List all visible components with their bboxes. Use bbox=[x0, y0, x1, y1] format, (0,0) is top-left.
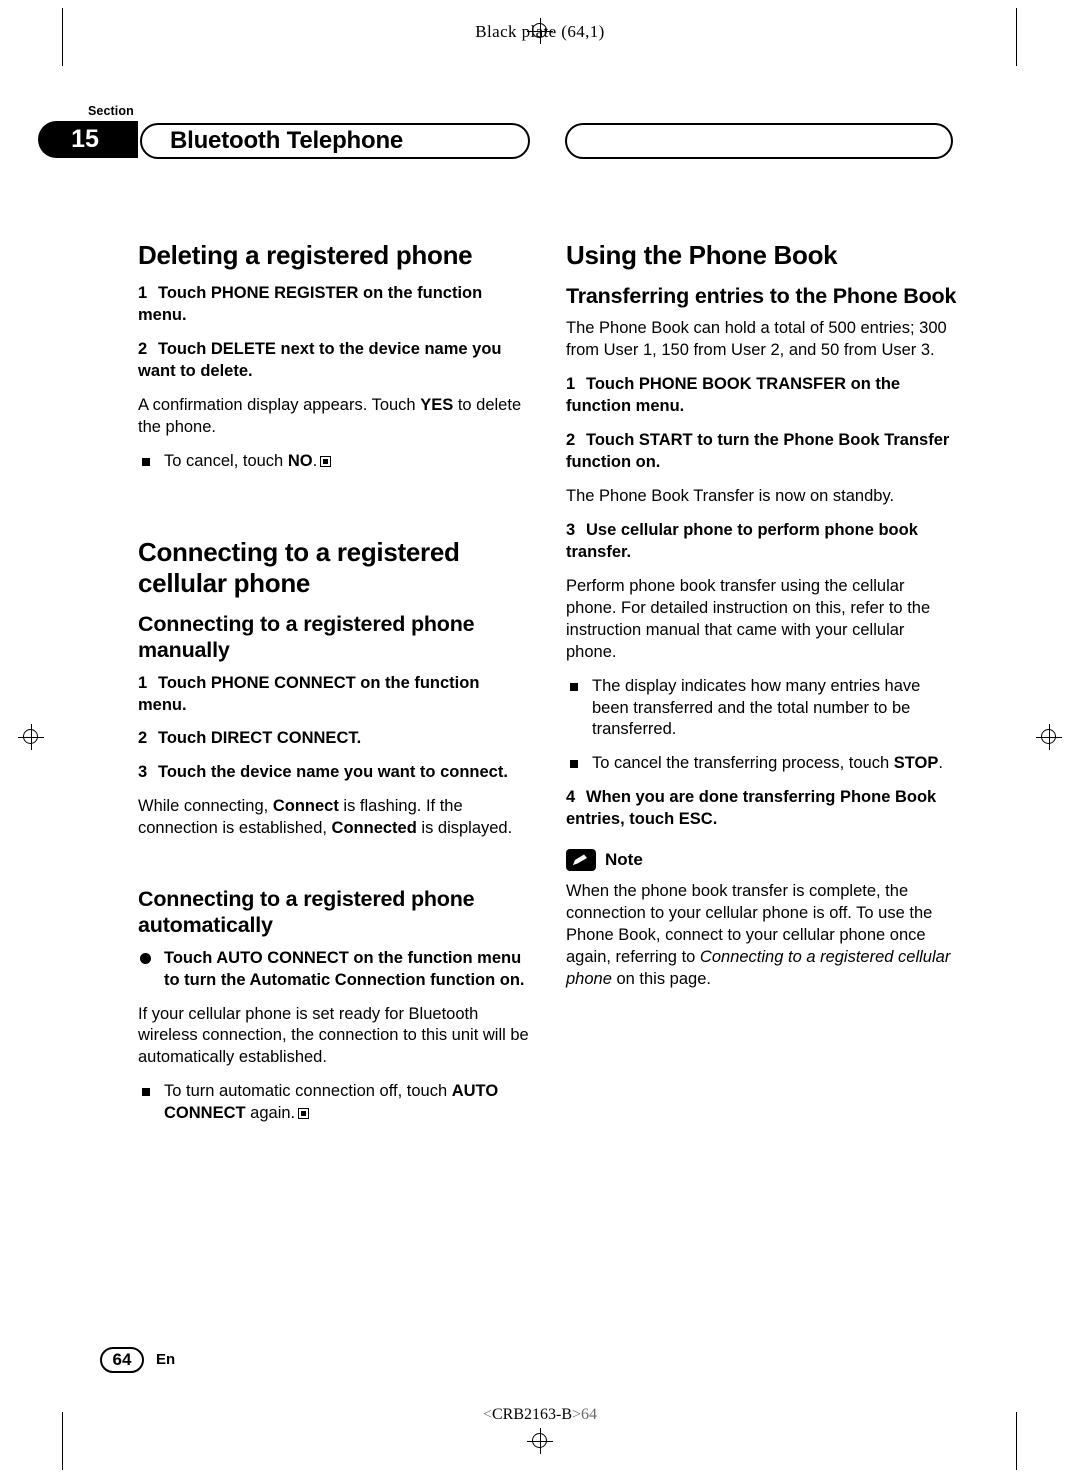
step-number: 3 bbox=[138, 763, 148, 782]
step-text: Touch DELETE next to the device name you… bbox=[138, 340, 502, 380]
body-part: A confirmation display appears. Touch bbox=[138, 395, 421, 414]
bullet-emphasis: STOP bbox=[893, 754, 939, 773]
bullet-item: The display indicates how many entries h… bbox=[566, 676, 958, 742]
header-pill-right bbox=[565, 123, 953, 159]
heading-using-phone-book: Using the Phone Book bbox=[566, 240, 838, 270]
step-text: Touch START to turn the Phone Book Trans… bbox=[566, 431, 950, 472]
step-text: Touch PHONE REGISTER on the function men… bbox=[138, 284, 483, 325]
registration-mark-right bbox=[1036, 724, 1062, 750]
note-part: on this page. bbox=[611, 969, 711, 988]
step-number: 1 bbox=[138, 673, 148, 692]
step-text: Use cellular phone to perform phone book… bbox=[566, 520, 918, 561]
footer-code-main: CRB2163-B bbox=[491, 1406, 572, 1423]
left-column: Deleting a registered phone 1 Touch PHONE… bbox=[138, 240, 530, 1137]
body-text: A confirmation display appears. Touch YE… bbox=[138, 395, 530, 439]
step-number: 1 bbox=[566, 375, 576, 394]
bullet-part: . bbox=[312, 451, 318, 470]
note-body: When the phone book transfer is complete… bbox=[566, 881, 958, 991]
body-emphasis: Connect bbox=[272, 797, 339, 816]
bullet-emphasis: NO bbox=[287, 451, 313, 470]
step-item: 3 Use cellular phone to perform phone boo… bbox=[566, 520, 958, 564]
section-number-tab: 15 bbox=[38, 121, 138, 158]
step-item: 1 Touch PHONE REGISTER on the function me… bbox=[138, 283, 530, 327]
body-text: While connecting, Connect is flashing. I… bbox=[138, 796, 530, 840]
page-language: En bbox=[156, 1351, 176, 1368]
step-number: 1 bbox=[138, 284, 148, 303]
step-item: 2 Touch DELETE next to the device name yo… bbox=[138, 339, 530, 383]
bullet-part: . bbox=[938, 754, 943, 773]
chapter-title: Bluetooth Telephone bbox=[140, 123, 530, 159]
step-number: 2 bbox=[138, 729, 148, 748]
footer-code: <CRB2163-B>64 bbox=[0, 1406, 1080, 1424]
heading-deleting-registered-phone: Deleting a registered phone bbox=[138, 240, 473, 270]
end-of-procedure-icon bbox=[320, 455, 332, 467]
step-text: Touch the device name you want to connec… bbox=[158, 763, 508, 782]
section-word: Section bbox=[88, 104, 134, 118]
body-emphasis: Connected bbox=[331, 819, 417, 838]
heading-connecting-registered-cellular-phone: Connecting to a registered cellular phon… bbox=[138, 536, 460, 598]
page: Black plate (64,1) Section 15 Bluetooth … bbox=[0, 0, 1080, 1479]
step-item: 1 Touch PHONE BOOK TRANSFER on the functi… bbox=[566, 374, 958, 418]
square-bullet-icon bbox=[142, 1088, 150, 1097]
black-plate-label: Black plate (64,1) bbox=[475, 22, 605, 41]
round-bullet-icon bbox=[140, 952, 151, 964]
bullet-part: again. bbox=[245, 1104, 296, 1123]
right-column: Using the Phone Book Transferring entrie… bbox=[566, 240, 958, 1003]
note-header: Note bbox=[566, 849, 958, 872]
footer-code-suffix: >64 bbox=[572, 1406, 598, 1423]
page-number: 64 bbox=[100, 1347, 144, 1373]
pencil-icon bbox=[566, 849, 596, 872]
body-text: The Phone Book Transfer is now on standb… bbox=[566, 487, 895, 506]
bullet-item: To cancel, touch NO. bbox=[138, 451, 530, 473]
bullet-item: To cancel the transferring process, touc… bbox=[566, 753, 958, 775]
square-bullet-icon bbox=[570, 760, 578, 769]
bullet-part: To turn automatic connection off, touch bbox=[164, 1082, 452, 1101]
square-bullet-icon bbox=[570, 682, 578, 691]
step-number: 4 bbox=[566, 788, 576, 807]
registration-mark-bottom bbox=[527, 1428, 553, 1454]
step-item: 2 Touch DIRECT CONNECT. bbox=[138, 728, 530, 750]
bullet-item: Touch AUTO CONNECT on the function menu … bbox=[138, 948, 530, 992]
subheading-transferring-entries: Transferring entries to the Phone Book bbox=[566, 284, 957, 309]
body-emphasis: YES bbox=[420, 395, 454, 414]
subheading-connect-manually: Connecting to a registered phone manuall… bbox=[138, 612, 475, 663]
bullet-item: To turn automatic connection off, touch … bbox=[138, 1081, 530, 1125]
note-label: Note bbox=[605, 850, 643, 870]
step-text: When you are done transferring Phone Boo… bbox=[566, 788, 937, 829]
step-item: 3 Touch the device name you want to conne… bbox=[138, 762, 530, 784]
subheading-connect-automatically: Connecting to a registered phone automat… bbox=[138, 887, 475, 938]
end-of-procedure-icon bbox=[298, 1108, 310, 1120]
footer-code-prefix: < bbox=[482, 1406, 492, 1423]
bullet-part: To cancel, touch bbox=[164, 451, 288, 470]
step-number: 2 bbox=[138, 340, 148, 359]
square-bullet-icon bbox=[142, 457, 150, 466]
step-text: Touch PHONE BOOK TRANSFER on the functio… bbox=[566, 375, 901, 416]
step-item: 1 Touch PHONE CONNECT on the function men… bbox=[138, 673, 530, 717]
bullet-part: To cancel the transferring process, touc… bbox=[592, 754, 894, 773]
body-part: While connecting, bbox=[138, 797, 273, 816]
step-item: 2 Touch START to turn the Phone Book Tran… bbox=[566, 430, 958, 474]
step-text: Touch DIRECT CONNECT. bbox=[158, 729, 362, 748]
body-text: If your cellular phone is set ready for … bbox=[138, 1004, 529, 1067]
body-text: The Phone Book can hold a total of 500 e… bbox=[566, 319, 947, 360]
bullet-text: The display indicates how many entries h… bbox=[592, 676, 921, 739]
registration-mark-left bbox=[18, 724, 44, 750]
body-part: is displayed. bbox=[416, 819, 513, 838]
body-text: Perform phone book transfer using the ce… bbox=[566, 576, 931, 661]
step-text: Touch PHONE CONNECT on the function menu… bbox=[138, 673, 480, 714]
step-item: 4 When you are done transferring Phone Bo… bbox=[566, 787, 958, 831]
step-number: 3 bbox=[566, 520, 576, 539]
step-number: 2 bbox=[566, 431, 576, 450]
bullet-text: Touch AUTO CONNECT on the function menu … bbox=[164, 948, 525, 989]
